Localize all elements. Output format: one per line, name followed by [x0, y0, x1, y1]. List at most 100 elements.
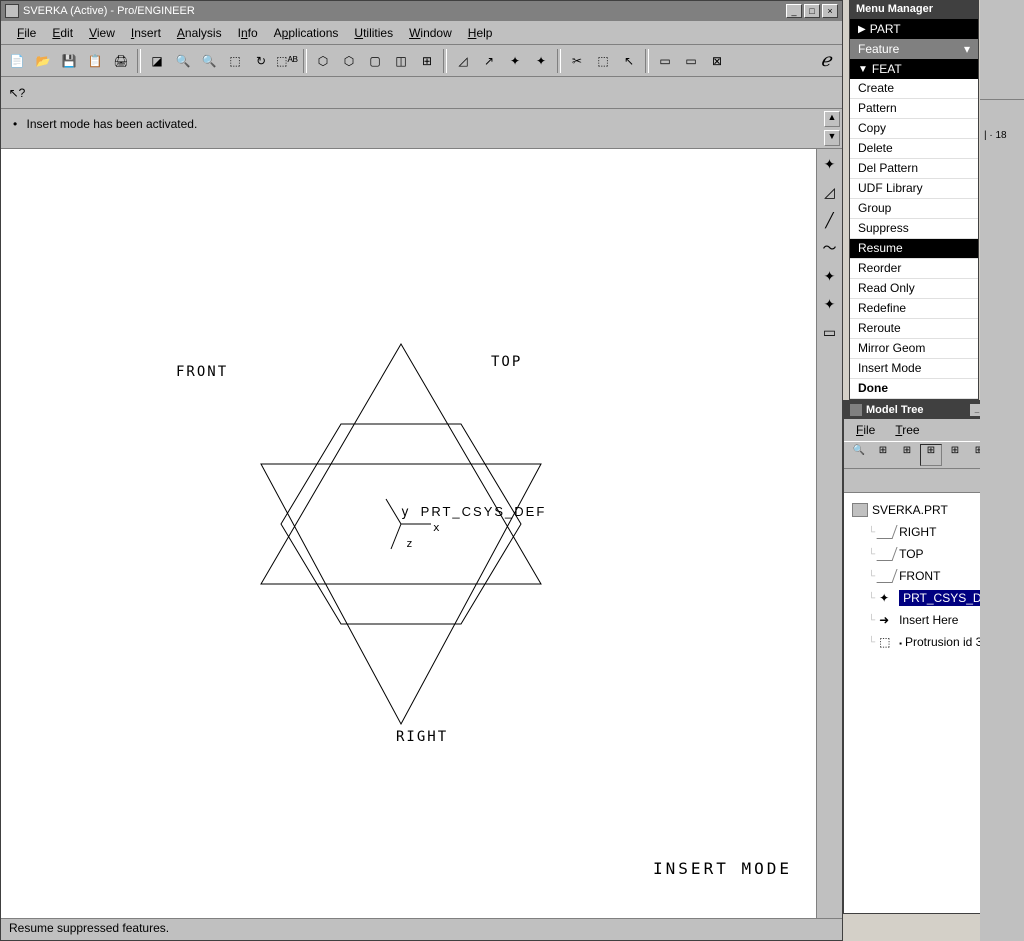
window-title: SVERKA (Active) - Pro/ENGINEER: [23, 5, 786, 17]
window-x-icon[interactable]: ⊠: [705, 49, 729, 73]
select-icon[interactable]: ⬚: [591, 49, 615, 73]
menu-manager-panel: Menu Manager ▶ PART Feature ▾ ▼ FEAT Cre…: [849, 0, 979, 400]
menu-manager-item-group[interactable]: Group: [850, 199, 978, 219]
menu-manager-part-header[interactable]: ▶ PART: [850, 19, 978, 39]
message-scroll-down[interactable]: ▼: [824, 130, 840, 146]
tool-icon[interactable]: ✂: [565, 49, 589, 73]
save-icon[interactable]: 💾: [57, 49, 81, 73]
tree-item-label: FRONT: [899, 569, 940, 583]
tree-tool-icon[interactable]: 🔍: [848, 444, 870, 466]
menu-manager-item-reorder[interactable]: Reorder: [850, 259, 978, 279]
datum-geometry: [131, 324, 651, 764]
new-icon[interactable]: 📄: [5, 49, 29, 73]
shading-icon[interactable]: ◫: [389, 49, 413, 73]
app-icon: [5, 4, 19, 18]
refit-icon[interactable]: ◪: [145, 49, 169, 73]
dropdown-arrow-icon: ▾: [964, 42, 970, 56]
separator: [137, 49, 141, 73]
browser-icon[interactable]: ℯ: [814, 49, 838, 73]
menu-analysis[interactable]: Analysis: [169, 24, 230, 42]
window-new-icon[interactable]: ▭: [653, 49, 677, 73]
datum-csys-icon[interactable]: ✦: [819, 293, 841, 315]
tool-icon[interactable]: ↖: [617, 49, 641, 73]
menu-manager-item-redefine[interactable]: Redefine: [850, 299, 978, 319]
datum-point-icon[interactable]: ✦: [819, 265, 841, 287]
orient-icon[interactable]: ⬚ᴬᴮ: [275, 49, 299, 73]
label-front: FRONT: [176, 364, 228, 380]
label-right: RIGHT: [396, 729, 448, 745]
datum-plane-icon[interactable]: ◿: [819, 181, 841, 203]
menu-manager-item-suppress[interactable]: Suppress: [850, 219, 978, 239]
zoom-out-icon[interactable]: 🔍: [197, 49, 221, 73]
menu-manager-item-done[interactable]: Done: [850, 379, 978, 399]
wireframe-icon[interactable]: ⬡: [311, 49, 335, 73]
minimize-button[interactable]: _: [786, 4, 802, 18]
menu-info[interactable]: Info: [230, 24, 266, 42]
message-area: Insert mode has been activated. ▲ ▼: [1, 109, 842, 149]
tree-item-label: Insert Here: [899, 613, 958, 627]
menu-manager-item-reroute[interactable]: Reroute: [850, 319, 978, 339]
zoom-in-icon[interactable]: 🔍: [171, 49, 195, 73]
menu-manager-feature-header[interactable]: Feature ▾: [850, 39, 978, 59]
graphics-canvas[interactable]: ✦ ◿ ╱ 〜 ✦ ✦ ▭ FRONT TOP RIGHT y PRT_CSYS…: [1, 149, 842, 918]
model-tree-menu-file[interactable]: File: [852, 421, 879, 439]
tree-tool-icon[interactable]: ⊞: [872, 444, 894, 466]
datum-plane-icon[interactable]: ◿: [451, 49, 475, 73]
datum-axis-icon[interactable]: ╱: [819, 209, 841, 231]
display-style-icon[interactable]: ⊞: [415, 49, 439, 73]
right-panel-strip: | · 18: [980, 0, 1024, 941]
menu-edit[interactable]: Edit: [44, 24, 81, 42]
menu-applications[interactable]: Applications: [266, 24, 347, 42]
menu-manager-item-udf-library[interactable]: UDF Library: [850, 179, 978, 199]
menu-manager-item-insert-mode[interactable]: Insert Mode: [850, 359, 978, 379]
tree-tool-icon[interactable]: ⊞: [944, 444, 966, 466]
canvas-mode-label: INSERT MODE: [653, 859, 792, 878]
menu-insert[interactable]: Insert: [123, 24, 169, 42]
tree-tool-icon[interactable]: ⊞: [920, 444, 942, 466]
separator: [645, 49, 649, 73]
toolbar-secondary: ↖?: [1, 77, 842, 109]
label-top: TOP: [491, 354, 522, 370]
open-icon[interactable]: 📂: [31, 49, 55, 73]
bottom-status-text: Resume suppressed features.: [9, 921, 169, 935]
datum-curve-icon[interactable]: 〜: [819, 237, 841, 259]
menu-utilities[interactable]: Utilities: [346, 24, 401, 42]
message-scroll-up[interactable]: ▲: [824, 111, 840, 127]
menu-help[interactable]: Help: [460, 24, 501, 42]
label-z: z: [406, 537, 415, 550]
menu-manager-feat-header[interactable]: ▼ FEAT: [850, 59, 978, 79]
repaint-icon[interactable]: ↻: [249, 49, 273, 73]
copy-icon[interactable]: 📋: [83, 49, 107, 73]
maximize-button[interactable]: □: [804, 4, 820, 18]
datum-csys-icon[interactable]: ✦: [529, 49, 553, 73]
menu-manager-item-read-only[interactable]: Read Only: [850, 279, 978, 299]
menu-manager-item-pattern[interactable]: Pattern: [850, 99, 978, 119]
menu-manager-item-copy[interactable]: Copy: [850, 119, 978, 139]
menu-view[interactable]: View: [81, 24, 123, 42]
menu-manager-item-mirror-geom[interactable]: Mirror Geom: [850, 339, 978, 359]
datum-plane-icon: [877, 547, 898, 561]
hidden-line-icon[interactable]: ⬡: [337, 49, 361, 73]
menu-window[interactable]: Window: [401, 24, 460, 42]
menu-manager-item-delete[interactable]: Delete: [850, 139, 978, 159]
separator: [303, 49, 307, 73]
datum-plane-tool-icon[interactable]: ✦: [819, 153, 841, 175]
menu-manager-item-resume[interactable]: Resume: [850, 239, 978, 259]
no-hidden-icon[interactable]: ▢: [363, 49, 387, 73]
sketch-icon[interactable]: ▭: [819, 321, 841, 343]
model-tree-title: Model Tree: [866, 404, 970, 416]
menu-manager-item-create[interactable]: Create: [850, 79, 978, 99]
datum-axis-icon[interactable]: ↗: [477, 49, 501, 73]
window-close-icon[interactable]: ▭: [679, 49, 703, 73]
separator: [443, 49, 447, 73]
model-tree-menu-tree[interactable]: Tree: [891, 421, 923, 439]
close-button[interactable]: ×: [822, 4, 838, 18]
csys-icon: ✦: [879, 591, 895, 605]
print-icon[interactable]: 🖨: [109, 49, 133, 73]
tree-tool-icon[interactable]: ⊞: [896, 444, 918, 466]
zoom-area-icon[interactable]: ⬚: [223, 49, 247, 73]
menu-file[interactable]: File: [9, 24, 44, 42]
menu-manager-item-del-pattern[interactable]: Del Pattern: [850, 159, 978, 179]
datum-point-icon[interactable]: ✦: [503, 49, 527, 73]
help-pointer-icon[interactable]: ↖?: [5, 81, 29, 105]
